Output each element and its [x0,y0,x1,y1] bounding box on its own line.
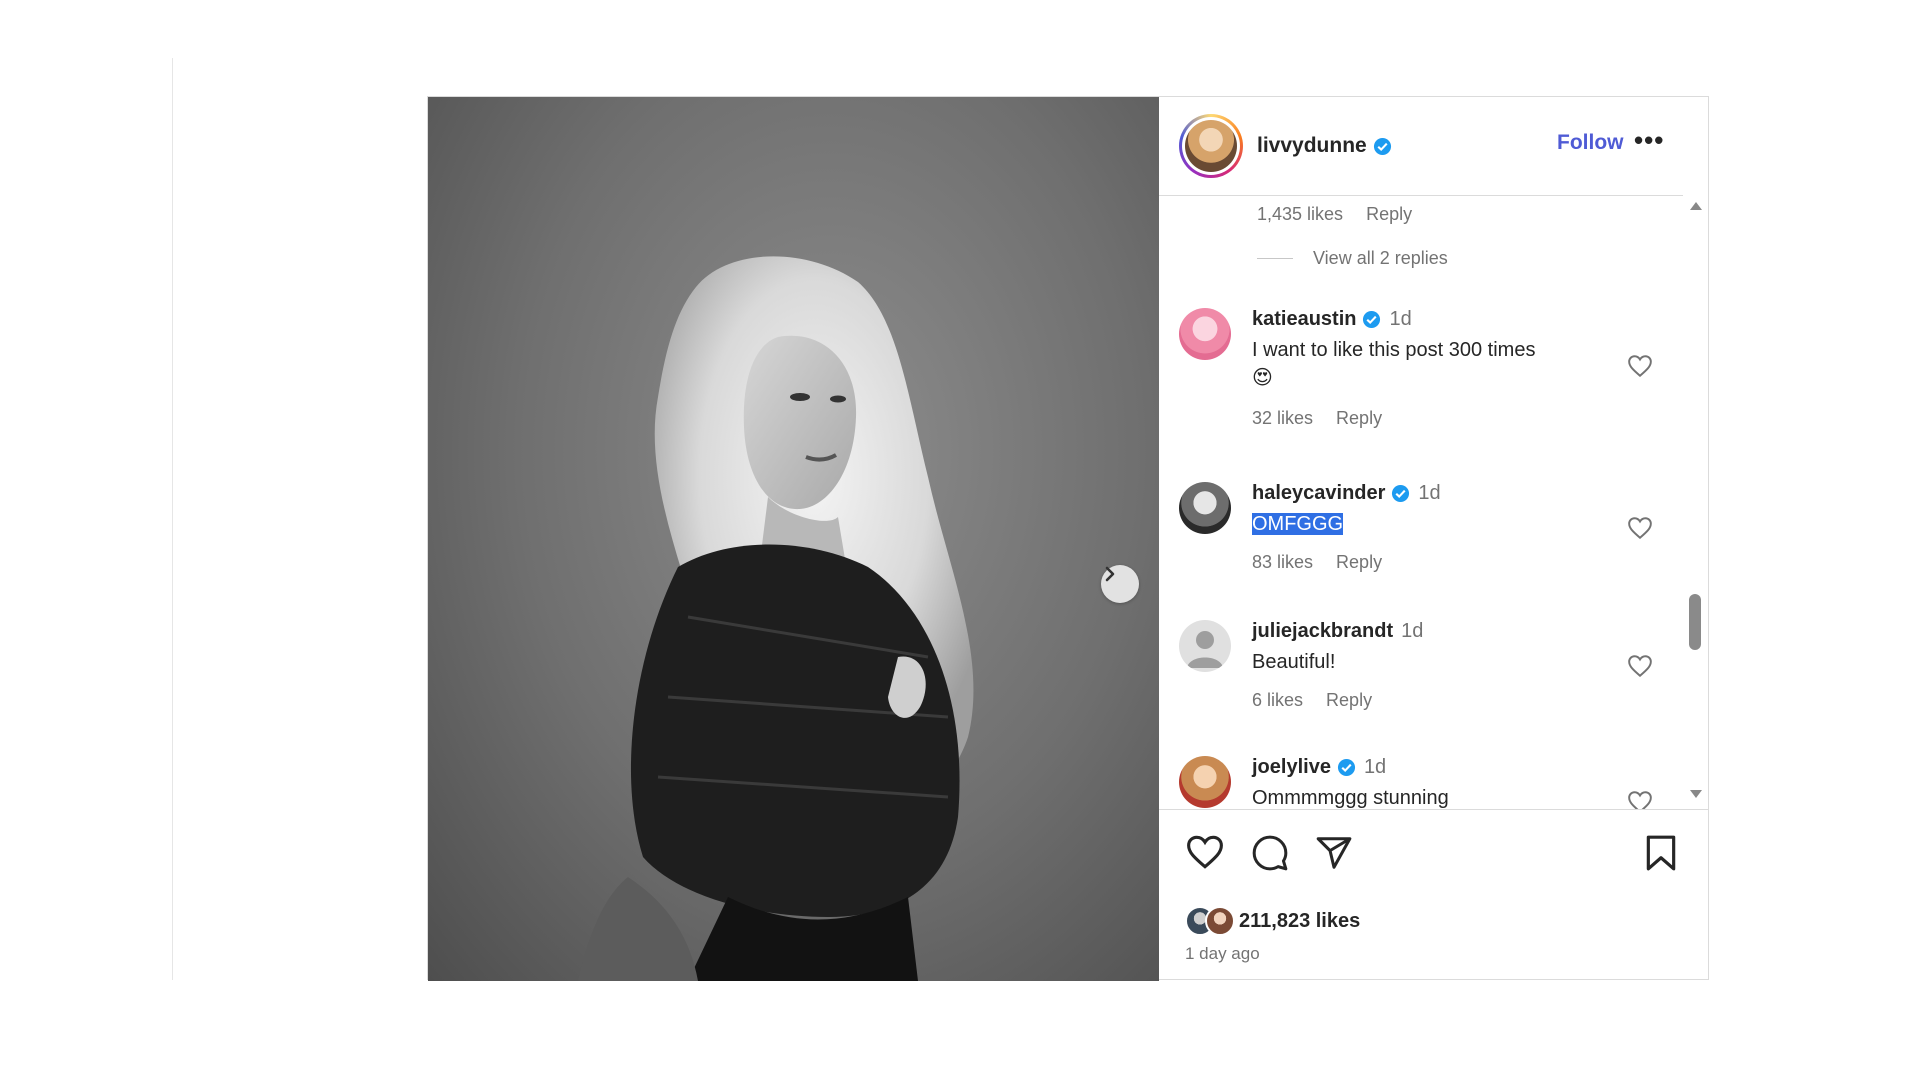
scroll-up-arrow-icon[interactable] [1690,202,1702,210]
comment-body: haleycavinder 1d OMFGGG 83 likes Reply [1252,482,1612,573]
comment-time[interactable]: 1d [1401,620,1423,643]
paper-plane-icon[interactable] [1315,834,1353,872]
post-header: livvydunne Follow ••• [1159,97,1683,196]
comment-like-heart-icon[interactable] [1627,354,1653,378]
comment-item: joelylive 1d Ommmmggg stunning [1179,756,1659,809]
next-media-button[interactable] [1101,565,1139,603]
commenter-avatar[interactable] [1179,482,1231,534]
chevron-right-icon [1105,566,1115,582]
comment-likes[interactable]: 6 likes [1252,690,1303,710]
comment-body: katieaustin 1d I want to like this post … [1252,308,1612,429]
comment-likes[interactable]: 32 likes [1252,408,1313,428]
commenter-avatar[interactable] [1179,308,1231,360]
heart-icon[interactable] [1185,834,1225,870]
comment-reply[interactable]: Reply [1336,552,1382,572]
speech-bubble-icon[interactable] [1251,834,1289,872]
post-side-panel: livvydunne Follow ••• 1,435 likes Reply … [1159,97,1708,981]
post-media[interactable] [428,97,1159,981]
likes-summary[interactable]: 211,823 likes [1185,906,1360,936]
comments-list[interactable]: 1,435 likes Reply View all 2 replies kat… [1159,196,1683,809]
total-likes[interactable]: 211,823 likes [1239,910,1360,933]
default-user-icon [1187,631,1223,668]
post-photo [578,256,974,981]
commenter-username[interactable]: haleycavinder [1252,482,1385,505]
scroll-thumb[interactable] [1689,594,1701,650]
comment-header: juliejackbrandt 1d [1252,620,1612,643]
comment-time[interactable]: 1d [1389,308,1411,331]
comment-meta: 32 likes Reply [1252,408,1612,429]
prev-comment-meta: 1,435 likes Reply [1257,204,1430,225]
verified-badge-icon [1337,758,1356,777]
comment-meta: 6 likes Reply [1252,690,1612,711]
post-dialog: livvydunne Follow ••• 1,435 likes Reply … [427,96,1709,981]
comment-meta: 83 likes Reply [1252,552,1612,573]
comment-text: Ommmmggg stunning [1252,784,1612,809]
comment-header: haleycavinder 1d [1252,482,1612,505]
comments-scrollbar[interactable] [1687,202,1703,802]
prev-comment-reply[interactable]: Reply [1366,204,1412,224]
page-divider [172,58,173,980]
liker-avatar [1205,906,1235,936]
comment-item: haleycavinder 1d OMFGGG 83 likes Reply [1179,482,1659,592]
author-avatar-border [1182,117,1240,175]
comment-reply[interactable]: Reply [1326,690,1372,710]
comment-text-content: Beautiful! [1252,651,1336,673]
comment-item: katieaustin 1d I want to like this post … [1179,308,1659,438]
commenter-username[interactable]: joelylive [1252,756,1331,779]
commenter-avatar[interactable] [1179,756,1231,808]
comment-text: I want to like this post 300 times 😍 [1252,336,1612,392]
commenter-username[interactable]: juliejackbrandt [1252,620,1393,643]
comment-body: joelylive 1d Ommmmggg stunning [1252,756,1612,809]
comment-like-heart-icon[interactable] [1627,790,1653,809]
comment-header: joelylive 1d [1252,756,1612,779]
comment-time[interactable]: 1d [1418,482,1440,505]
comment-body: juliejackbrandt 1d Beautiful! 6 likes Re… [1252,620,1612,711]
comment-likes[interactable]: 83 likes [1252,552,1313,572]
author-username[interactable]: livvydunne [1257,134,1367,158]
comment-like-heart-icon[interactable] [1627,516,1653,540]
post-actions: 211,823 likes 1 day ago [1159,809,1708,981]
verified-badge-icon [1362,310,1381,329]
view-replies-row[interactable]: View all 2 replies [1257,248,1448,269]
more-options-icon[interactable]: ••• [1634,125,1664,156]
follow-button[interactable]: Follow [1557,131,1624,155]
author-avatar-photo [1185,120,1237,172]
comment-like-heart-icon[interactable] [1627,654,1653,678]
prev-comment-likes[interactable]: 1,435 likes [1257,204,1343,224]
bookmark-icon[interactable] [1644,834,1678,872]
verified-badge-icon [1373,137,1392,156]
scroll-down-arrow-icon[interactable] [1690,790,1702,798]
comment-text: OMFGGG [1252,510,1612,538]
commenter-username[interactable]: katieaustin [1252,308,1356,331]
comment-header: katieaustin 1d [1252,308,1612,331]
view-replies-link[interactable]: View all 2 replies [1313,248,1448,269]
post-time[interactable]: 1 day ago [1185,944,1260,964]
comment-text-content: I want to like this post 300 times [1252,339,1536,361]
comment-item: juliejackbrandt 1d Beautiful! 6 likes Re… [1179,620,1659,730]
replies-line [1257,258,1293,259]
comment-text: Beautiful! [1252,648,1612,676]
author-avatar[interactable] [1179,114,1243,178]
comment-reply[interactable]: Reply [1336,408,1382,428]
comment-text-content: Ommmmggg stunning [1252,787,1449,809]
commenter-avatar-default[interactable] [1179,620,1231,672]
comment-emoji: 😍 [1252,367,1273,389]
verified-badge-icon [1391,484,1410,503]
comment-time[interactable]: 1d [1364,756,1386,779]
comment-text-selected: OMFGGG [1252,513,1344,535]
